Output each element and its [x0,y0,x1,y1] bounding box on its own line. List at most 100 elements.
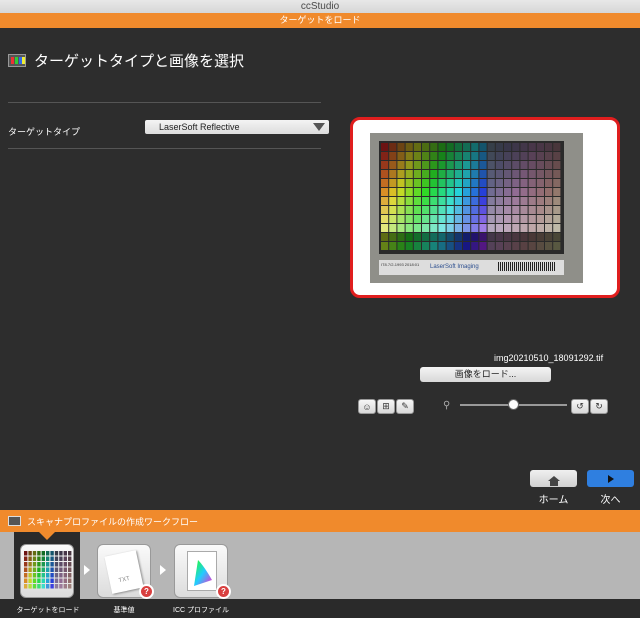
color-patch [381,161,389,169]
color-patch [454,143,462,151]
color-patch [495,170,503,178]
color-patch [520,152,528,160]
color-patch [422,188,430,196]
color-patch [487,224,495,232]
color-patch [438,215,446,223]
rotate-right-icon[interactable]: ↻ [590,399,608,414]
color-patch [504,161,512,169]
color-patch [528,206,536,214]
color-patch [446,197,454,205]
color-patch [553,143,561,151]
color-patch [389,242,397,250]
color-patch [446,206,454,214]
color-patch [397,242,405,250]
color-patch [46,551,50,556]
color-patch [463,179,471,187]
color-patch [413,188,421,196]
rotate-buttons: ↺ ↻ [571,399,609,414]
color-patch [446,152,454,160]
crop-frame-icon[interactable]: ⊞ [377,399,395,414]
target-type-value: LaserSoft Reflective [159,122,240,132]
color-patch [504,152,512,160]
gamut-icon [194,560,212,586]
color-patch [397,233,405,241]
color-patch [405,161,413,169]
step-label-reference: 基準値 [113,607,135,614]
color-patch [389,224,397,232]
color-patch [495,242,503,250]
color-patch [422,161,430,169]
color-patch [487,206,495,214]
color-patch [63,556,67,561]
color-patch [397,197,405,205]
color-patch [32,584,37,589]
step-load-target[interactable] [20,544,74,598]
face-detect-icon[interactable]: ☺ [358,399,376,414]
color-patch [413,143,421,151]
color-patch [454,206,462,214]
color-patch [446,143,454,151]
color-patch [405,206,413,214]
color-patch [438,179,446,187]
load-image-button[interactable]: 画像をロード... [420,367,551,382]
color-patch [405,242,413,250]
page-title: ターゲットタイプと画像を選択 [34,53,245,70]
color-patch [553,224,561,232]
color-patch [430,206,438,214]
color-patch [471,170,479,178]
color-patch [471,179,479,187]
color-patch [68,551,72,556]
eraser-icon[interactable]: ✎ [396,399,414,414]
color-patch [553,188,561,196]
help-icon: ? [216,584,231,599]
color-patch [37,562,41,567]
color-patch [28,584,32,589]
color-patch [512,206,520,214]
color-patch [413,179,421,187]
color-patch [50,578,54,583]
color-patch [50,573,54,578]
color-patch [495,215,503,223]
color-patch [553,206,561,214]
rotate-left-icon[interactable]: ↺ [571,399,589,414]
color-patch [487,170,495,178]
color-patch [381,242,389,250]
color-patch [520,197,528,205]
color-patch [553,161,561,169]
color-patch [413,206,421,214]
color-patch [32,562,37,567]
color-patch [389,152,397,160]
color-patch [512,197,520,205]
zoom-slider[interactable] [460,399,567,410]
next-button[interactable] [587,470,634,487]
color-patch [389,161,397,169]
color-patch [463,233,471,241]
color-patch [479,197,487,205]
color-patch [520,215,528,223]
workflow-bar: スキャナプロファイルの作成ワークフロー [0,510,640,532]
color-patch [487,161,495,169]
color-patch [28,556,32,561]
color-patch [463,224,471,232]
target-type-select[interactable]: LaserSoft Reflective [145,120,329,134]
zoom-slider-knob[interactable] [507,399,519,410]
color-patch [438,224,446,232]
color-patch [438,143,446,151]
target-brand-text: LaserSoft Imaging [430,264,479,270]
color-patch [422,233,430,241]
color-patch [520,161,528,169]
chevron-right-icon [160,565,166,575]
color-patch [520,233,528,241]
home-button[interactable] [530,470,577,487]
color-patch [68,567,72,572]
color-patch [422,170,430,178]
color-patch [463,170,471,178]
color-patch [528,152,536,160]
color-patch [479,170,487,178]
color-patch [405,143,413,151]
color-patch [512,215,520,223]
color-patch [397,161,405,169]
active-step-pointer [39,532,55,540]
color-patch [405,197,413,205]
color-patch [545,206,553,214]
